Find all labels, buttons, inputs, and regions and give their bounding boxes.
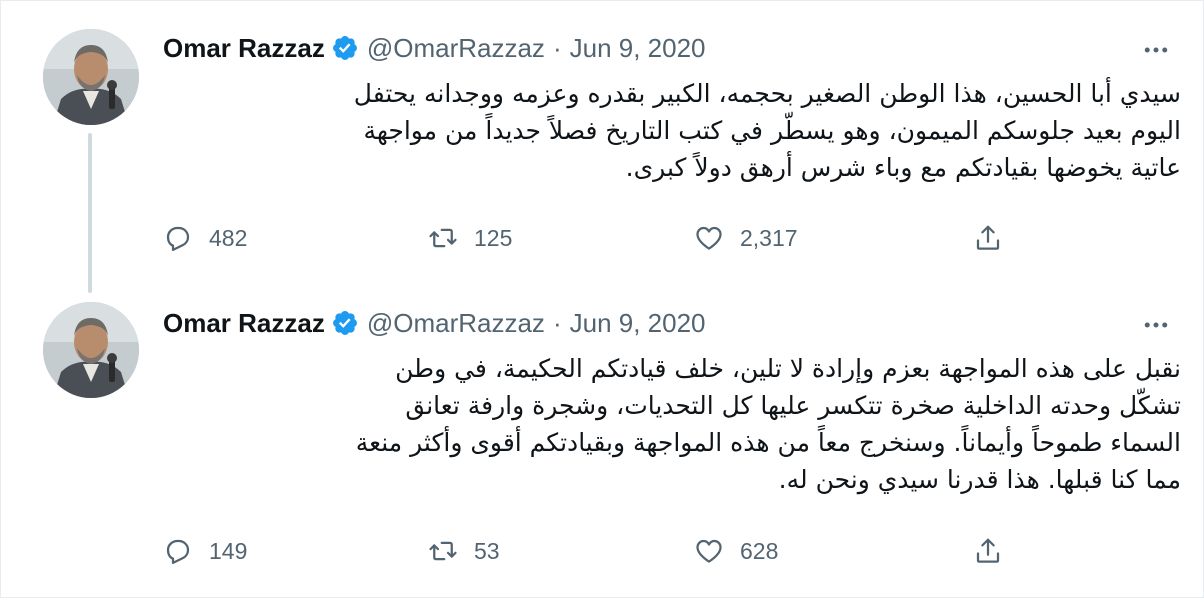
retweet-icon [429,541,457,561]
reply-count: 482 [209,224,248,251]
author-name[interactable]: Omar Razzaz [163,308,325,339]
tweet-text-line: اليوم بعيد جلوسكم الميمون، وهو يسطّر في … [363,116,1181,145]
like-count: 628 [740,537,779,564]
avatar[interactable] [43,302,139,398]
author-handle[interactable]: @OmarRazzaz [367,33,545,64]
verified-badge-icon [331,34,359,62]
tweet-header: Omar Razzaz @OmarRazzaz · Jun 9, 2020 [163,30,706,66]
tweet-date[interactable]: Jun 9, 2020 [570,308,706,339]
tweet-text-line: تشكّل وحدته الداخلية صخرة تتكسر عليها كل… [405,391,1181,420]
tweet[interactable]: Omar Razzaz @OmarRazzaz · Jun 9, 2020 نق… [0,290,1204,596]
retweet-icon [429,228,457,248]
author-name[interactable]: Omar Razzaz [163,33,325,64]
retweet-button[interactable]: 53 [428,535,500,567]
separator-dot: · [552,307,562,338]
reply-icon [166,226,190,251]
share-button[interactable] [973,535,1003,567]
reply-icon [166,539,190,564]
tweet[interactable]: Omar Razzaz @OmarRazzaz · Jun 9, 2020 سي… [0,0,1204,290]
tweet-text-line: نقبل على هذه المواجهة بعزم وإرادة لا تلي… [395,354,1181,383]
tweet-header: Omar Razzaz @OmarRazzaz · Jun 9, 2020 [163,305,706,341]
tweet-text-line: عاتية يخوضها بقيادتكم مع وباء شرس أرهق د… [625,153,1181,182]
reply-button[interactable]: 482 [163,222,247,254]
share-button[interactable] [973,222,1003,254]
share-icon [976,225,1000,250]
like-button[interactable]: 628 [694,535,778,567]
tweet-text: سيدي أبا الحسين، هذا الوطن الصغير بحجمه،… [163,75,1181,186]
retweet-count: 53 [474,537,500,564]
verified-badge-icon [331,309,359,337]
avatar[interactable] [43,29,139,125]
tweet-text-line: السماء طموحاً وأيماناً. وسنخرج معاً من ه… [355,428,1181,457]
share-icon [976,538,1000,563]
more-dots-icon[interactable] [1140,309,1172,341]
tweet-text-line: سيدي أبا الحسين، هذا الوطن الصغير بحجمه،… [353,79,1181,108]
tweet-date[interactable]: Jun 9, 2020 [570,33,706,64]
retweet-count: 125 [474,224,513,251]
tweet-actions: 482 125 2,317 [163,222,1163,254]
separator-dot: · [552,32,562,63]
heart-icon [696,539,722,563]
reply-count: 149 [209,537,248,564]
tweet-text: نقبل على هذه المواجهة بعزم وإرادة لا تلي… [163,350,1181,498]
reply-button[interactable]: 149 [163,535,247,567]
tweet-text-line: مما كنا قبلها. هذا قدرنا سيدي ونحن له. [778,465,1181,494]
retweet-button[interactable]: 125 [428,222,512,254]
author-handle[interactable]: @OmarRazzaz [367,308,545,339]
more-dots-icon[interactable] [1140,34,1172,66]
heart-icon [696,226,722,250]
tweet-actions: 149 53 628 [163,535,1163,567]
like-button[interactable]: 2,317 [694,222,798,254]
like-count: 2,317 [740,224,798,251]
